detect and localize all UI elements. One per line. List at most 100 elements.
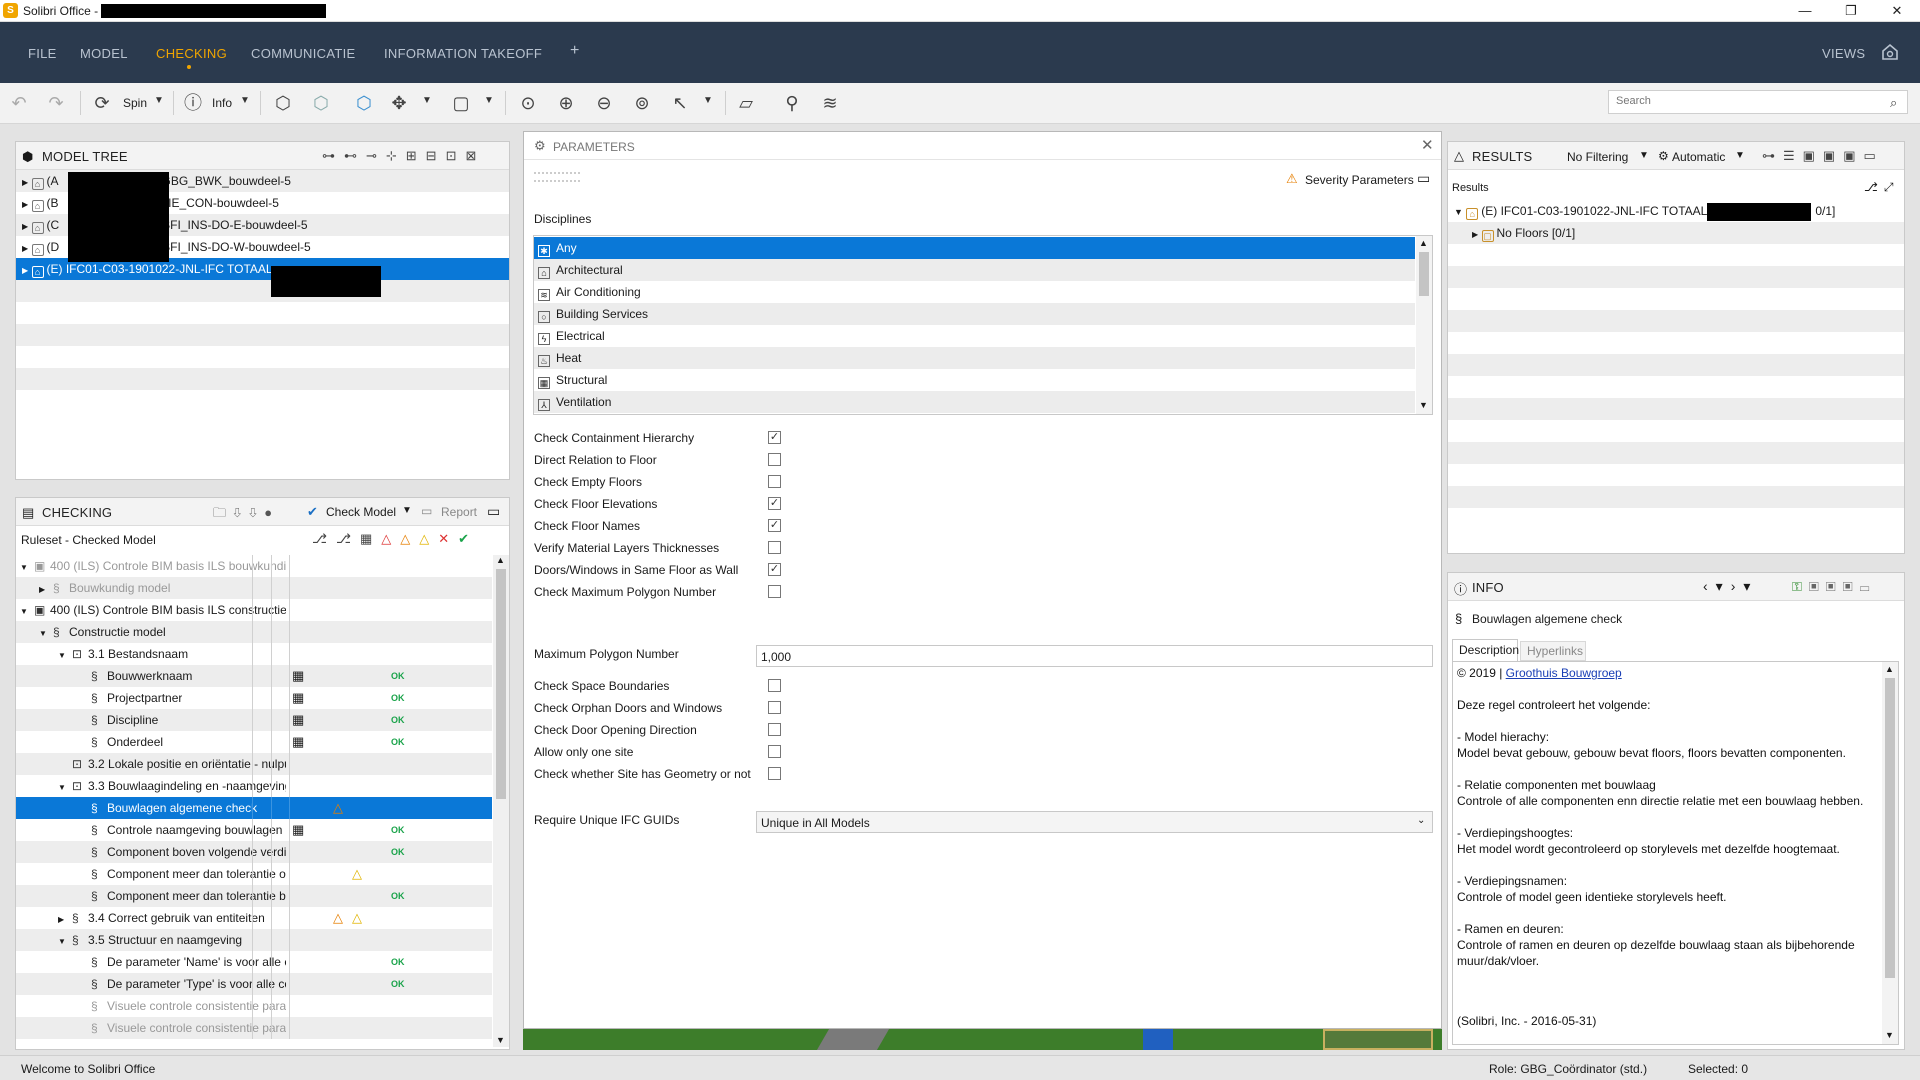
- info-dropdown-caret[interactable]: ▼: [240, 95, 250, 106]
- 3d-viewport[interactable]: [523, 1029, 1442, 1050]
- collapse-icon[interactable]: ▶: [58, 909, 72, 929]
- panel-maximize-icon[interactable]: ▭: [1417, 170, 1430, 187]
- warning-icon[interactable]: △: [352, 863, 362, 885]
- info-view-icons[interactable]: ⚿▣▣▣▭: [1792, 579, 1876, 595]
- expand-icon[interactable]: ▼: [20, 557, 34, 577]
- results-row[interactable]: ▼ ⌂ (E) IFC01-C03-1901022-JNL-IFC TOTAAL-…: [1448, 200, 1904, 222]
- panel-maximize-icon[interactable]: ▭: [487, 503, 500, 520]
- scroll-down-icon[interactable]: ▼: [1419, 400, 1428, 410]
- view-dropdown-caret[interactable]: ▼: [484, 95, 494, 106]
- close-window-button[interactable]: ✕: [1874, 0, 1920, 22]
- scroll-down-icon[interactable]: ▼: [1885, 1030, 1894, 1040]
- checkbox[interactable]: ✓: [768, 563, 781, 576]
- checking-rule-row[interactable]: ⊡ 3.2 Lokale positie en oriëntatie - nulp…: [16, 753, 492, 775]
- table-icon[interactable]: ▦: [292, 687, 304, 709]
- table-icon[interactable]: ▦: [292, 709, 304, 731]
- drag-handle-icon[interactable]: [534, 172, 580, 182]
- checkbox[interactable]: [768, 701, 781, 714]
- zoom-out-icon[interactable]: ⊖: [592, 91, 616, 115]
- expand-icon[interactable]: ▼: [58, 645, 72, 665]
- checking-rule-row[interactable]: ▼ § 3.5 Structuur en naamgeving: [16, 929, 492, 951]
- checking-rule-row[interactable]: § Component boven volgende verdiepi OK: [16, 841, 492, 863]
- collapse-icon[interactable]: ▶: [39, 579, 53, 599]
- model-tree-view-icons[interactable]: ⊶⊷⊸⊹⊞⊟⊡⊠: [322, 148, 485, 164]
- disciplines-scrollbar[interactable]: ▲ ▼: [1416, 236, 1432, 414]
- checking-rule-row[interactable]: § Onderdeel ▦ OK: [16, 731, 492, 753]
- report-button[interactable]: Report: [441, 505, 477, 519]
- checkbox[interactable]: [768, 585, 781, 598]
- discipline-item[interactable]: ≋ Air Conditioning: [534, 281, 1415, 303]
- info-label[interactable]: Info: [212, 96, 232, 110]
- chevron-down-icon[interactable]: ⌄: [1417, 815, 1425, 826]
- discipline-item[interactable]: ϟ Electrical: [534, 325, 1415, 347]
- discipline-item[interactable]: ✱ Any: [534, 237, 1415, 259]
- severity-parameters-label[interactable]: Severity Parameters: [1305, 173, 1414, 187]
- scroll-thumb[interactable]: [1419, 252, 1429, 296]
- results-row[interactable]: ▶ ▢ No Floors [0/1]: [1448, 222, 1904, 244]
- spin-label[interactable]: Spin: [123, 96, 147, 110]
- checking-file-icons[interactable]: 🗀⇩⇩●: [213, 504, 279, 526]
- spin-dropdown-caret[interactable]: ▼: [154, 95, 164, 106]
- results-tools-icons[interactable]: ⎇⤢: [1864, 180, 1899, 195]
- pick-icon[interactable]: ↖: [668, 91, 692, 115]
- zoom-selection-icon[interactable]: ⊚: [630, 91, 654, 115]
- checkbox[interactable]: ✓: [768, 519, 781, 532]
- view-cube-icon[interactable]: ▢: [449, 91, 473, 115]
- walk-icon[interactable]: ✥: [387, 91, 411, 115]
- report-icon[interactable]: ▭: [421, 504, 432, 518]
- gear-icon[interactable]: ⚙: [1658, 149, 1669, 163]
- minimize-button[interactable]: —: [1782, 0, 1828, 22]
- max-polygon-input[interactable]: 1,000: [756, 645, 1433, 667]
- transparent-icon[interactable]: ⬡: [309, 91, 333, 115]
- checking-rule-row[interactable]: § Discipline ▦ OK: [16, 709, 492, 731]
- checkbox[interactable]: [768, 475, 781, 488]
- check-model-button[interactable]: Check Model: [326, 505, 396, 519]
- checking-rule-row[interactable]: ▼ ▣ 400 (ILS) Controle BIM basis ILS bouwk…: [16, 555, 492, 577]
- menu-communicatie[interactable]: COMMUNICATIE: [251, 46, 355, 61]
- scroll-thumb[interactable]: [1885, 678, 1895, 978]
- filter-dropdown[interactable]: No Filtering: [1567, 150, 1628, 164]
- undo-icon[interactable]: ↶: [7, 91, 31, 115]
- table-icon[interactable]: ▦: [292, 665, 304, 687]
- checkbox[interactable]: ✓: [768, 431, 781, 444]
- mode-dropdown[interactable]: Automatic: [1672, 150, 1725, 164]
- selection-box-icon[interactable]: ⬡: [352, 91, 376, 115]
- warning-icon[interactable]: △: [333, 907, 343, 929]
- tab-hyperlinks[interactable]: Hyperlinks: [1520, 641, 1586, 661]
- scroll-up-icon[interactable]: ▲: [1885, 664, 1894, 674]
- disciplines-list[interactable]: ✱ Any ⌂ Architectural ≋ Air Conditioning ○ Buil…: [533, 235, 1433, 415]
- check-model-icon[interactable]: ✔: [307, 504, 318, 520]
- spin-icon[interactable]: ⟳: [90, 91, 114, 115]
- discipline-item[interactable]: ⌂ Architectural: [534, 259, 1415, 281]
- scroll-thumb[interactable]: [496, 569, 506, 799]
- checking-rule-row[interactable]: ▼ ⊡ 3.1 Bestandsnaam: [16, 643, 492, 665]
- checkbox[interactable]: [768, 679, 781, 692]
- search-icon[interactable]: ⌕: [1890, 95, 1897, 111]
- expand-icon[interactable]: ▼: [58, 777, 72, 797]
- walk-dropdown-caret[interactable]: ▼: [422, 95, 432, 106]
- scroll-up-icon[interactable]: ▲: [496, 555, 505, 565]
- checking-rule-row[interactable]: ▼ § Constructie model: [16, 621, 492, 643]
- scroll-down-icon[interactable]: ▼: [496, 1035, 505, 1045]
- menu-checking[interactable]: CHECKING: [156, 46, 227, 61]
- pick-dropdown-caret[interactable]: ▼: [703, 95, 713, 106]
- zoom-fit-icon[interactable]: ⊙: [516, 91, 540, 115]
- menu-information-takeoff[interactable]: INFORMATION TAKEOFF: [384, 46, 542, 61]
- menu-file[interactable]: FILE: [28, 46, 57, 61]
- section-plane-icon[interactable]: ▱: [734, 91, 758, 115]
- discipline-item[interactable]: ○ Building Services: [534, 303, 1415, 325]
- scroll-up-icon[interactable]: ▲: [1419, 238, 1428, 248]
- checking-rule-row[interactable]: § Component meer dan tolerantie bove OK: [16, 885, 492, 907]
- redo-icon[interactable]: ↷: [44, 91, 68, 115]
- checkbox[interactable]: [768, 745, 781, 758]
- checkbox[interactable]: [768, 767, 781, 780]
- checking-rule-row[interactable]: ▶ § 3.4 Correct gebruik van entiteiten △ △: [16, 907, 492, 929]
- add-tab-button[interactable]: +: [570, 42, 580, 60]
- zoom-in-icon[interactable]: ⊕: [554, 91, 578, 115]
- maximize-button[interactable]: ❐: [1828, 0, 1874, 22]
- table-icon[interactable]: ▦: [292, 819, 304, 841]
- checking-rule-row[interactable]: ▶ § Bouwkundig model: [16, 577, 492, 599]
- views-button[interactable]: VIEWS: [1822, 46, 1865, 61]
- search-input[interactable]: Search: [1608, 90, 1908, 114]
- mode-caret[interactable]: ▼: [1735, 150, 1745, 161]
